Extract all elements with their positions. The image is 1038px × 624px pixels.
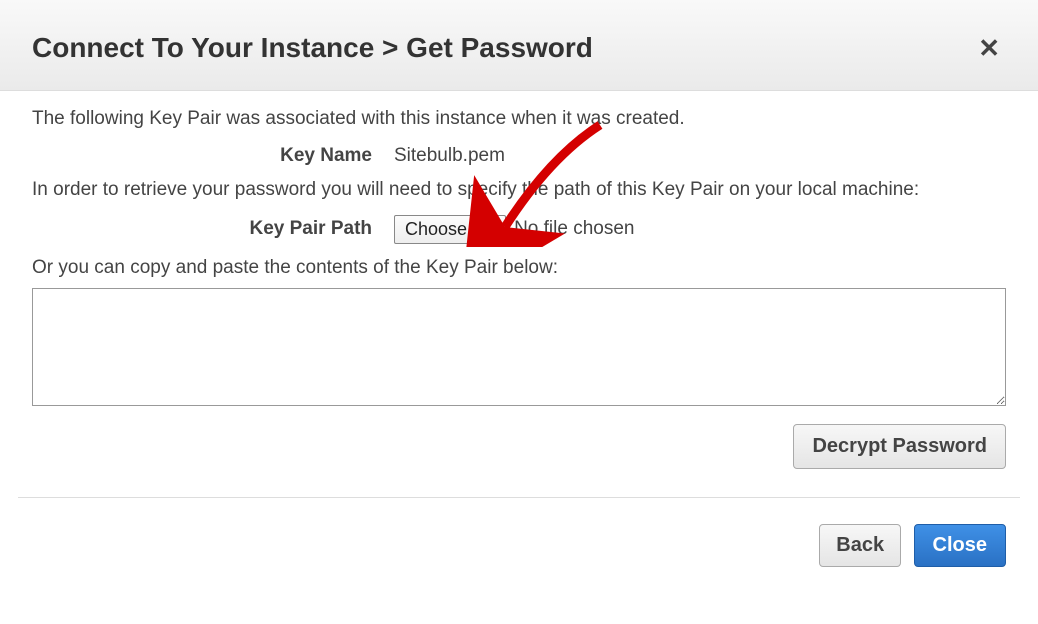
- intro-text: The following Key Pair was associated wi…: [32, 105, 1006, 134]
- key-pair-path-label: Key Pair Path: [32, 215, 394, 244]
- no-file-chosen-text: No file chosen: [514, 215, 634, 244]
- instructions-text: In order to retrieve your password you w…: [32, 176, 1006, 205]
- dialog-header: Connect To Your Instance > Get Password …: [0, 0, 1038, 91]
- copy-paste-text: Or you can copy and paste the contents o…: [32, 254, 1006, 283]
- close-button[interactable]: Close: [914, 524, 1006, 567]
- dialog-content: The following Key Pair was associated wi…: [0, 91, 1038, 497]
- key-pair-textarea[interactable]: [32, 288, 1006, 406]
- key-name-label: Key Name: [32, 142, 394, 171]
- close-icon[interactable]: ✕: [972, 35, 1006, 61]
- dialog-title: Connect To Your Instance > Get Password: [32, 32, 593, 64]
- key-name-row: Key Name Sitebulb.pem: [32, 142, 1006, 171]
- dialog-footer: Back Close: [0, 498, 1038, 567]
- key-pair-path-row: Key Pair Path Choose file No file chosen: [32, 215, 1006, 244]
- decrypt-password-button[interactable]: Decrypt Password: [793, 424, 1006, 469]
- choose-file-button[interactable]: Choose file: [394, 215, 506, 244]
- back-button[interactable]: Back: [819, 524, 901, 567]
- decrypt-row: Decrypt Password: [32, 424, 1006, 497]
- key-name-value: Sitebulb.pem: [394, 142, 505, 171]
